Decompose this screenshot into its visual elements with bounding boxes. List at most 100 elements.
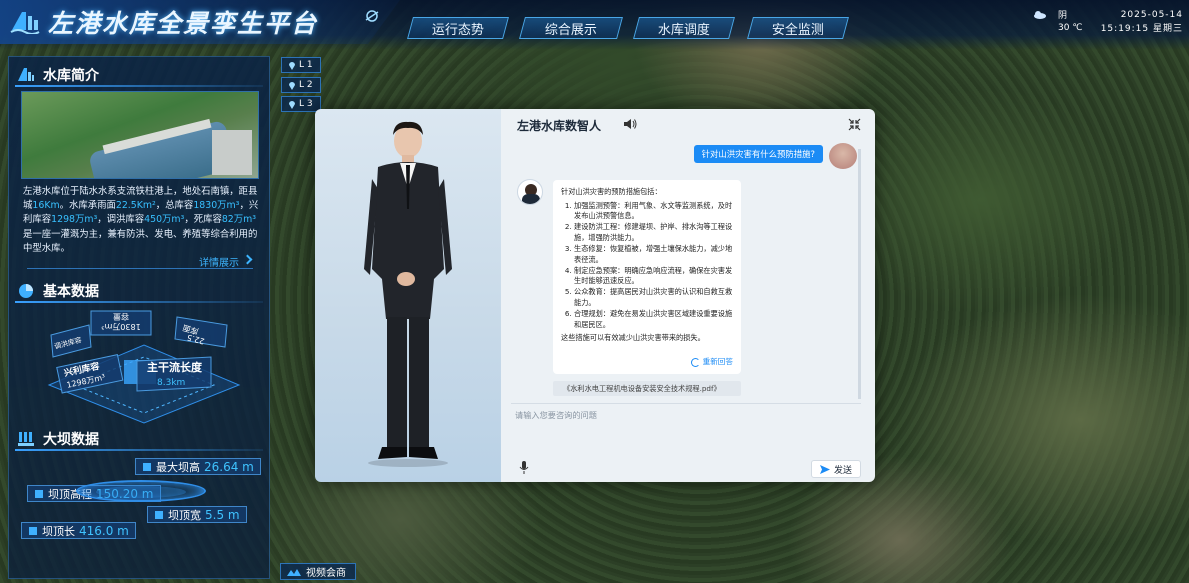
details-label: 详情展示 xyxy=(199,258,239,269)
time-text: 15:19:15 星期三 xyxy=(1100,24,1183,34)
pie-chart-icon xyxy=(19,284,33,298)
area-card: 库面 22.5 xyxy=(174,316,228,348)
intro-highlight-value: 82万m³ xyxy=(221,214,257,226)
divider xyxy=(15,301,263,303)
document-reference[interactable]: 《水利水电工程机电设备安装安全技术规程.pdf》 xyxy=(553,381,741,396)
details-link[interactable]: 详情展示 xyxy=(27,253,253,269)
platform-glow xyxy=(96,486,186,498)
chat-pane: 左港水库数智人 针对山洪灾害有什么预防措施? 针对山洪灾害的预防措施包括： 加强… xyxy=(501,109,875,482)
level-button-1[interactable]: L 1 xyxy=(281,57,321,73)
intro-text-segment: ，调洪库容 xyxy=(97,214,145,226)
tab-label: 水库调度 xyxy=(657,22,710,38)
tab-reservoir-dispatch[interactable]: 水库调度 xyxy=(633,17,735,39)
answer-item: 合理规划：避免在易发山洪灾害区域建设重要设施和居民区。 xyxy=(574,309,733,330)
bot-avatar xyxy=(517,179,543,205)
dam-data-title: 大坝数据 xyxy=(43,432,99,448)
intro-text: 左港水库位于陆水水系支流铁柱港上，地处石南镇，距县城16Km。水库承雨面22.5… xyxy=(23,185,259,256)
answer-item: 生态修复：恢复植被，增强土壤保水能力，减少地表径流。 xyxy=(574,244,733,265)
answer-item: 加强监测预警：利用气象、水文等监测系统，及时发布山洪预警信息。 xyxy=(574,201,733,222)
chat-title: 左港水库数智人 xyxy=(517,119,602,133)
reservoir-icon xyxy=(18,68,34,81)
tab-label: 运行态势 xyxy=(431,22,484,38)
datetime: 2025-05-14 15:19:15 星期三 xyxy=(1101,8,1183,36)
crest-length-label: 坝顶长 xyxy=(42,524,75,538)
intro-text-segment: 是一座一灌溉为主，兼有防洪、发电、养殖等综合利用的中型水库。 xyxy=(23,228,258,254)
level-button-2[interactable]: L 2 xyxy=(281,77,321,93)
level-label: L 2 xyxy=(299,80,313,90)
top-header: 左港水库全景孪生平台 运行态势 综合展示 水库调度 安全监测 阴 30 ℃ 20… xyxy=(0,0,1189,50)
tab-comprehensive-display[interactable]: 综合展示 xyxy=(519,17,623,39)
collapse-icon[interactable] xyxy=(848,118,861,131)
main-stream-card: 主干流长度 8.3km xyxy=(136,356,212,392)
answer-list: 加强监测预警：利用气象、水文等监测系统，及时发布山洪预警信息。 建设防洪工程：修… xyxy=(574,201,733,331)
send-button[interactable]: 发送 xyxy=(811,460,861,478)
chat-scrollbar[interactable] xyxy=(858,149,861,399)
intro-title: 水库简介 xyxy=(43,68,99,84)
digital-human-avatar-pane xyxy=(315,109,501,482)
dam-icon xyxy=(35,489,43,498)
intro-text-segment: ，总库容 xyxy=(155,200,194,212)
main-stream-label: 主干流长度 xyxy=(147,360,203,374)
divider xyxy=(15,449,263,451)
video-conference-button[interactable]: 视频会商 xyxy=(280,563,356,580)
capacity-value: 1830万m³ xyxy=(101,322,140,331)
map-pin-icon xyxy=(289,81,295,90)
chevron-right-icon xyxy=(242,254,253,265)
map-pin-icon xyxy=(289,100,295,109)
capacity-label: 容量 xyxy=(113,312,129,322)
level-label: L 1 xyxy=(299,60,313,70)
answer-item: 公众教育：提高居民对山洪灾害的认识和自救互救能力。 xyxy=(574,287,733,308)
intro-header: 水库简介 xyxy=(9,63,267,87)
bot-answer-bubble: 针对山洪灾害的预防措施包括： 加强监测预警：利用气象、水文等监测系统，及时发布山… xyxy=(553,180,741,374)
intro-highlight-value: 1298万m³ xyxy=(51,214,98,226)
intro-highlight-value: 16Km xyxy=(32,200,60,212)
intro-text-segment: 。水库承雨面 xyxy=(59,200,116,212)
refresh-icon xyxy=(690,358,700,368)
send-label: 发送 xyxy=(833,465,852,476)
digital-human-dialog: 左港水库数智人 针对山洪灾害有什么预防措施? 针对山洪灾害的预防措施包括： 加强… xyxy=(315,109,875,482)
crest-length-card: 坝顶长 416.0 m xyxy=(21,522,136,539)
user-avatar xyxy=(829,143,857,169)
max-dam-height-value: 26.64 m xyxy=(204,459,254,474)
crest-width-card: 坝顶宽 5.5 m xyxy=(147,506,247,523)
intro-text-segment: ，死库容 xyxy=(184,214,222,226)
dam-icon xyxy=(143,462,151,471)
regenerate-button[interactable]: 重新回答 xyxy=(690,357,733,368)
reservoir-photo xyxy=(21,91,259,179)
answer-item: 制定应急预案：明确应急响应流程，确保在灾害发生时能够迅速反应。 xyxy=(574,266,733,287)
reservoir-logo-icon xyxy=(10,12,40,34)
intro-highlight-value: 1830万m³ xyxy=(193,200,240,212)
flood-capacity-card: 调洪库容 xyxy=(50,324,92,358)
chat-input-placeholder[interactable]: 请输入您要咨询的问题 xyxy=(515,409,597,421)
basic-data-header: 基本数据 xyxy=(9,279,267,303)
crest-length-value: 416.0 m xyxy=(79,523,129,538)
video-conference-label: 视频会商 xyxy=(306,568,346,579)
tab-operation-status[interactable]: 运行态势 xyxy=(407,17,509,39)
divider xyxy=(15,85,263,87)
weather-temperature: 30 ℃ xyxy=(1058,23,1083,33)
tab-label: 综合展示 xyxy=(544,22,597,38)
dam-data-header: 大坝数据 xyxy=(9,427,267,451)
dam-icon xyxy=(18,432,34,446)
crest-width-label: 坝顶宽 xyxy=(168,508,201,522)
tab-safety-monitoring[interactable]: 安全监测 xyxy=(747,17,849,39)
user-question-bubble: 针对山洪灾害有什么预防措施? xyxy=(693,145,823,163)
answer-closing: 这些措施可以有效减少山洪灾害带来的损失。 xyxy=(561,333,705,343)
date-text: 2025-05-14 xyxy=(1120,10,1183,20)
microphone-icon[interactable] xyxy=(519,461,529,474)
tab-label: 安全监测 xyxy=(771,22,824,38)
cloud-icon xyxy=(1034,11,1046,19)
basic-data-title: 基本数据 xyxy=(43,284,99,300)
dam-icon xyxy=(29,526,37,535)
intro-highlight-value: 22.5Km² xyxy=(115,200,156,212)
speaker-icon[interactable] xyxy=(623,118,637,130)
regenerate-label: 重新回答 xyxy=(702,357,733,367)
level-label: L 3 xyxy=(299,99,313,109)
basic-data-visual: 容量 1830万m³ 库面 22.5 调洪库容 兴利库容 1298万m³ 主干流… xyxy=(47,310,241,424)
capacity-card: 容量 1830万m³ xyxy=(90,310,152,336)
map-pin-icon xyxy=(289,61,295,70)
answer-intro: 针对山洪灾害的预防措施包括： xyxy=(561,187,662,196)
weather-condition: 阴 xyxy=(1058,11,1068,21)
answer-item: 建设防洪工程：修建堤坝、护岸、排水沟等工程设施，增强防洪能力。 xyxy=(574,222,733,243)
max-dam-height-card: 最大坝高 26.64 m xyxy=(135,458,261,475)
